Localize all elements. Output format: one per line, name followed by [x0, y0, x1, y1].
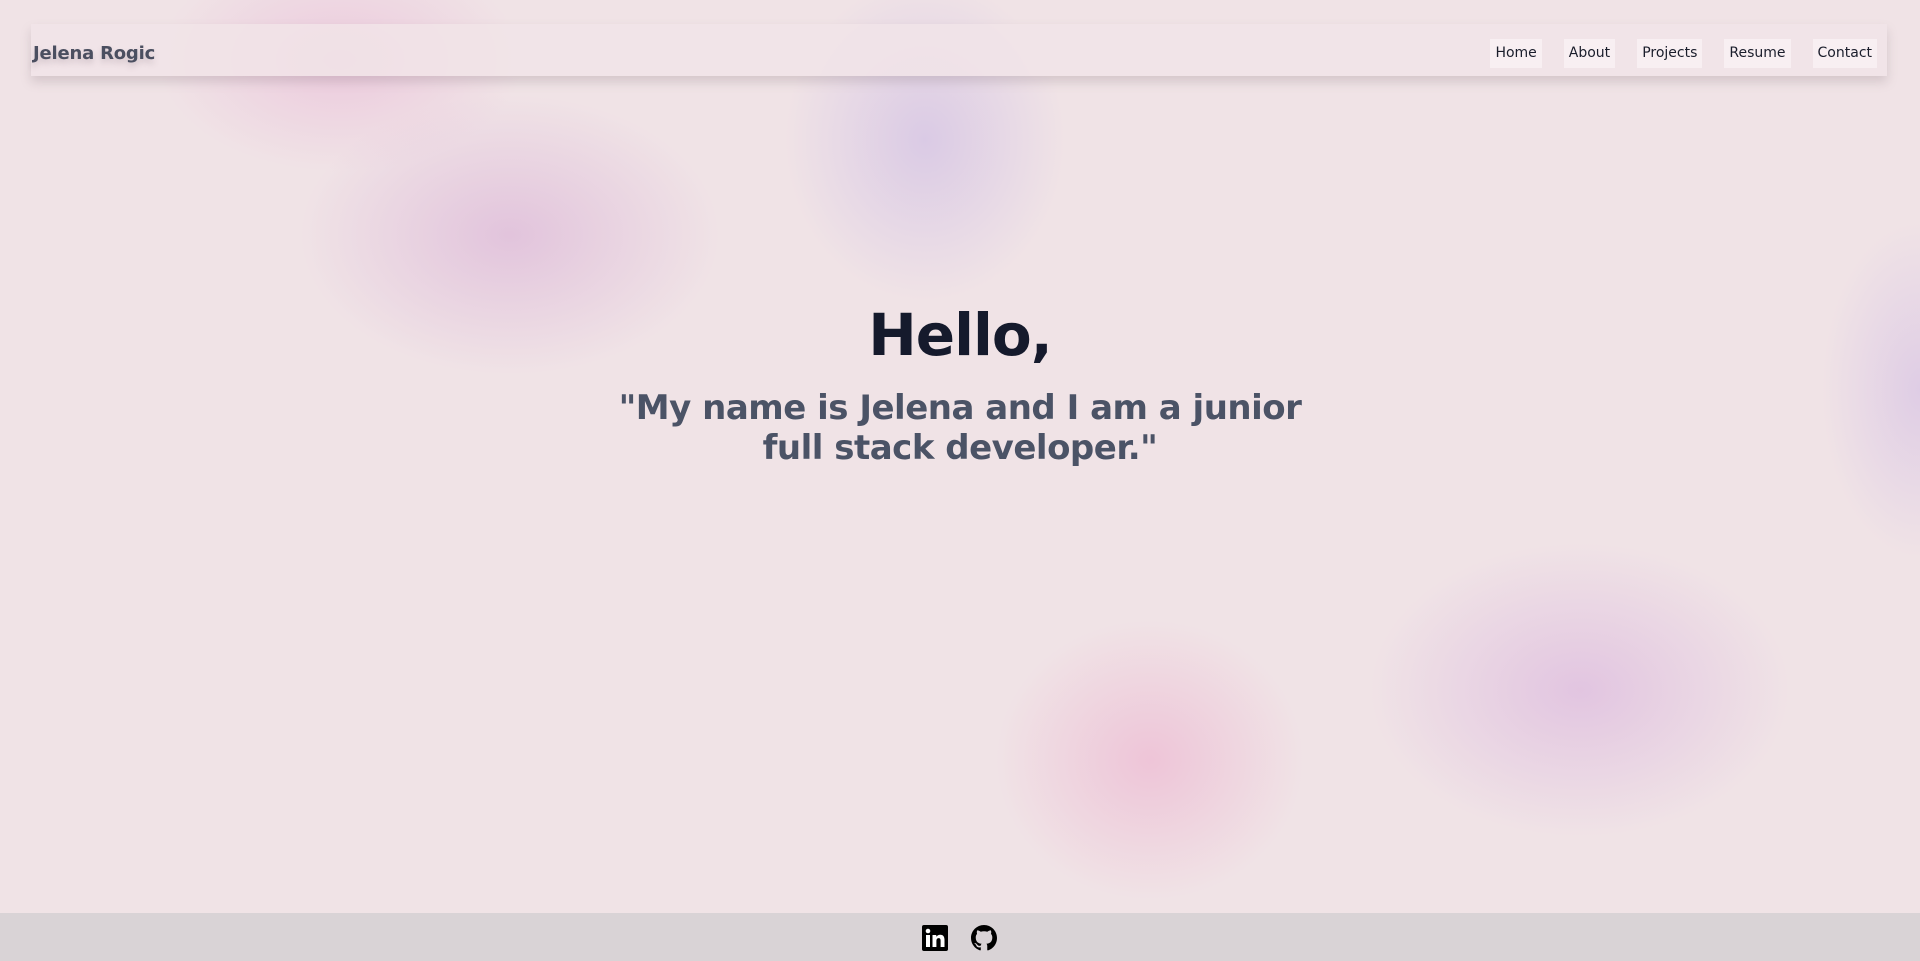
nav-links: Home About Projects Resume Contact: [1490, 39, 1877, 68]
hero-title: Hello,: [868, 301, 1053, 369]
nav-link-projects[interactable]: Projects: [1637, 39, 1703, 68]
nav-link-contact[interactable]: Contact: [1812, 39, 1877, 68]
hero-subtitle: "My name is Jelena and I am a junior ful…: [618, 388, 1302, 468]
gradient-background: [0, 0, 1920, 961]
hero-section: Hello, "My name is Jelena and I am a jun…: [0, 300, 1920, 468]
footer: [0, 913, 1920, 961]
brand-logo[interactable]: Jelena Rogic: [33, 43, 155, 64]
navbar: Jelena Rogic Home About Projects Resume …: [31, 24, 1887, 76]
nav-link-about[interactable]: About: [1563, 39, 1616, 68]
github-icon[interactable]: [971, 925, 997, 951]
nav-link-home[interactable]: Home: [1490, 39, 1542, 68]
nav-link-resume[interactable]: Resume: [1724, 39, 1791, 68]
linkedin-icon[interactable]: [922, 925, 948, 951]
